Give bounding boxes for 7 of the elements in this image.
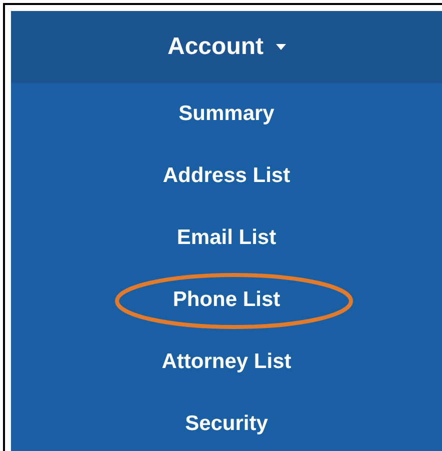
menu-item[interactable]: Attorney List xyxy=(162,346,292,378)
menu-item[interactable]: Security xyxy=(185,408,268,440)
account-menu-button[interactable]: Account xyxy=(11,11,442,83)
caret-icon xyxy=(276,44,286,50)
menu-item[interactable]: Summary xyxy=(178,98,274,130)
menu-item[interactable]: Email List xyxy=(176,222,276,254)
menu-item[interactable]: Address List xyxy=(162,160,290,192)
